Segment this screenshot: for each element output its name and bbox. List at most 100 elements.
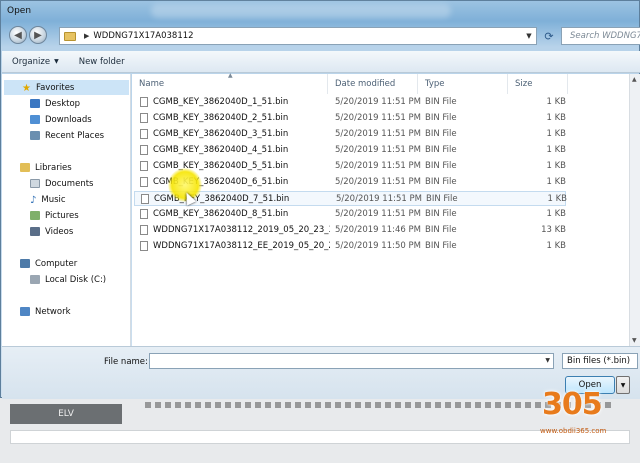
nav-item-label: Libraries (35, 162, 72, 173)
file-name: WDDNG71X17A038112_EE_2019_05_20_23... (153, 241, 330, 251)
file-icon (140, 113, 148, 123)
file-row[interactable]: CGMB_KEY_3862040D_3_51.bin 5/20/2019 11:… (134, 127, 566, 142)
organize-caret-icon: ▼ (54, 58, 59, 65)
new-folder-button[interactable]: New folder (69, 57, 135, 67)
file-row[interactable]: WDDNG71X17A038112_EE_2019_05_20_23... 5/… (134, 239, 566, 254)
nav-item-desktop[interactable]: Desktop (2, 96, 80, 111)
watermark-logo: 305 (542, 387, 603, 422)
file-icon (140, 97, 148, 107)
file-icon (140, 241, 148, 251)
refresh-button[interactable]: ⟳ (539, 27, 559, 45)
scroll-up-icon[interactable]: ▲ (632, 76, 637, 83)
folder-icon (64, 31, 76, 41)
watermark: 305 www.obdii365.com (540, 385, 640, 463)
file-name-dropdown-icon[interactable]: ▼ (545, 357, 550, 364)
file-type: BIN File (425, 225, 457, 235)
file-list-pane: Name ▲ Date modified Type Size CGMB_KEY_… (132, 72, 629, 346)
file-row[interactable]: CGMB_KEY_3862040D_4_51.bin 5/20/2019 11:… (134, 143, 566, 158)
nav-item-downloads[interactable]: Downloads (2, 112, 92, 127)
file-type: BIN File (426, 194, 458, 204)
file-row[interactable]: WDDNG71X17A038112_2019_05_20_23_35... 5/… (134, 223, 566, 238)
file-row[interactable]: CGMB_KEY_3862040D_2_51.bin 5/20/2019 11:… (134, 111, 566, 126)
forward-button[interactable]: ▶ (29, 26, 47, 44)
libraries-icon (20, 163, 30, 172)
file-name: CGMB_KEY_3862040D_4_51.bin (153, 145, 289, 155)
file-size: 1 KB (546, 97, 566, 107)
file-name: CGMB_KEY_3862040D_7_51.bin (154, 194, 290, 204)
background-input-bar (10, 430, 630, 444)
nav-item-label: Local Disk (C:) (45, 274, 107, 285)
file-row[interactable]: CGMB_KEY_3862040D_1_51.bin 5/20/2019 11:… (134, 95, 566, 110)
nav-item-music[interactable]: ♪ Music (2, 192, 66, 207)
file-icon (140, 129, 148, 139)
column-header-type[interactable]: Type (418, 74, 508, 94)
nav-item-label: Recent Places (45, 130, 105, 141)
window-title: Open (7, 6, 32, 16)
nav-item-documents[interactable]: Documents (2, 176, 93, 191)
address-bar[interactable]: ▶ WDDNG71X17A038112 ▼ (59, 27, 537, 45)
nav-item-favorites[interactable]: ★ Favorites (4, 80, 129, 95)
file-name: CGMB_KEY_3862040D_5_51.bin (153, 161, 289, 171)
forward-arrow-icon: ▶ (34, 29, 42, 41)
file-date: 5/20/2019 11:51 PM (335, 177, 421, 187)
open-file-dialog: Open ◀ ▶ ▶ WDDNG71X17A038112 ▼ ⟳ Search … (0, 0, 640, 399)
downloads-icon (30, 115, 40, 124)
nav-item-label: Downloads (45, 114, 92, 125)
file-name: WDDNG71X17A038112_2019_05_20_23_35... (153, 225, 330, 235)
column-header-label: Name (139, 79, 165, 89)
nav-item-network[interactable]: Network (2, 304, 71, 319)
file-size: 1 KB (546, 113, 566, 123)
nav-item-videos[interactable]: Videos (2, 224, 73, 239)
search-input[interactable]: Search WDDNG71... (561, 27, 640, 45)
file-type: BIN File (425, 97, 457, 107)
file-name: CGMB_KEY_3862040D_2_51.bin (153, 113, 289, 123)
file-icon (140, 161, 148, 171)
nav-item-label: Music (41, 194, 66, 205)
file-size: 1 KB (546, 241, 566, 251)
scroll-down-icon[interactable]: ▼ (632, 337, 637, 344)
file-date: 5/20/2019 11:51 PM (335, 145, 421, 155)
nav-item-label: Computer (35, 258, 78, 269)
file-icon (140, 177, 148, 187)
nav-item-local-disk[interactable]: Local Disk (C:) (2, 272, 106, 287)
pictures-icon (30, 211, 40, 220)
file-icon (141, 194, 149, 204)
file-row[interactable]: CGMB_KEY_3862040D_6_51.bin 5/20/2019 11:… (134, 175, 566, 190)
file-size: 13 KB (541, 225, 566, 235)
address-path[interactable]: WDDNG71X17A038112 (93, 31, 193, 41)
file-type: BIN File (425, 241, 457, 251)
nav-item-libraries[interactable]: Libraries (2, 160, 72, 175)
file-row-hovered[interactable]: CGMB_KEY_3862040D_7_51.bin 5/20/2019 11:… (134, 191, 567, 206)
file-type: BIN File (425, 209, 457, 219)
file-date: 5/20/2019 11:50 PM (335, 241, 421, 251)
column-header-date[interactable]: Date modified (328, 74, 418, 94)
music-icon: ♪ (30, 195, 37, 206)
column-header-label: Date modified (335, 79, 396, 89)
organize-label: Organize (12, 56, 51, 67)
back-button[interactable]: ◀ (9, 26, 27, 44)
file-date: 5/20/2019 11:51 PM (335, 161, 421, 171)
vertical-scrollbar[interactable]: ▲ ▼ (629, 74, 640, 346)
nav-item-label: Pictures (45, 210, 79, 221)
file-name: CGMB_KEY_3862040D_1_51.bin (153, 97, 289, 107)
nav-item-computer[interactable]: Computer (2, 256, 77, 271)
file-type-select[interactable]: Bin files (*.bin) (562, 353, 638, 369)
file-date: 5/20/2019 11:51 PM (335, 209, 421, 219)
address-dropdown-icon[interactable]: ▼ (522, 32, 536, 40)
file-row[interactable]: CGMB_KEY_3862040D_5_51.bin 5/20/2019 11:… (134, 159, 566, 174)
file-size: 1 KB (547, 194, 567, 204)
file-row[interactable]: CGMB_KEY_3862040D_8_51.bin 5/20/2019 11:… (134, 207, 566, 222)
refresh-icon: ⟳ (544, 29, 554, 43)
column-header-size[interactable]: Size (508, 74, 568, 94)
desktop-icon (30, 99, 40, 108)
column-header-name[interactable]: Name ▲ (132, 72, 328, 94)
file-size: 1 KB (546, 145, 566, 155)
file-type: BIN File (425, 129, 457, 139)
nav-item-label: Videos (45, 226, 74, 237)
file-size: 1 KB (546, 209, 566, 219)
nav-item-recent-places[interactable]: Recent Places (2, 128, 104, 143)
nav-item-pictures[interactable]: Pictures (2, 208, 79, 223)
watermark-url: www.obdii365.com (540, 427, 607, 435)
organize-button[interactable]: Organize ▼ (2, 57, 69, 67)
file-name-input[interactable]: ▼ (149, 353, 554, 369)
